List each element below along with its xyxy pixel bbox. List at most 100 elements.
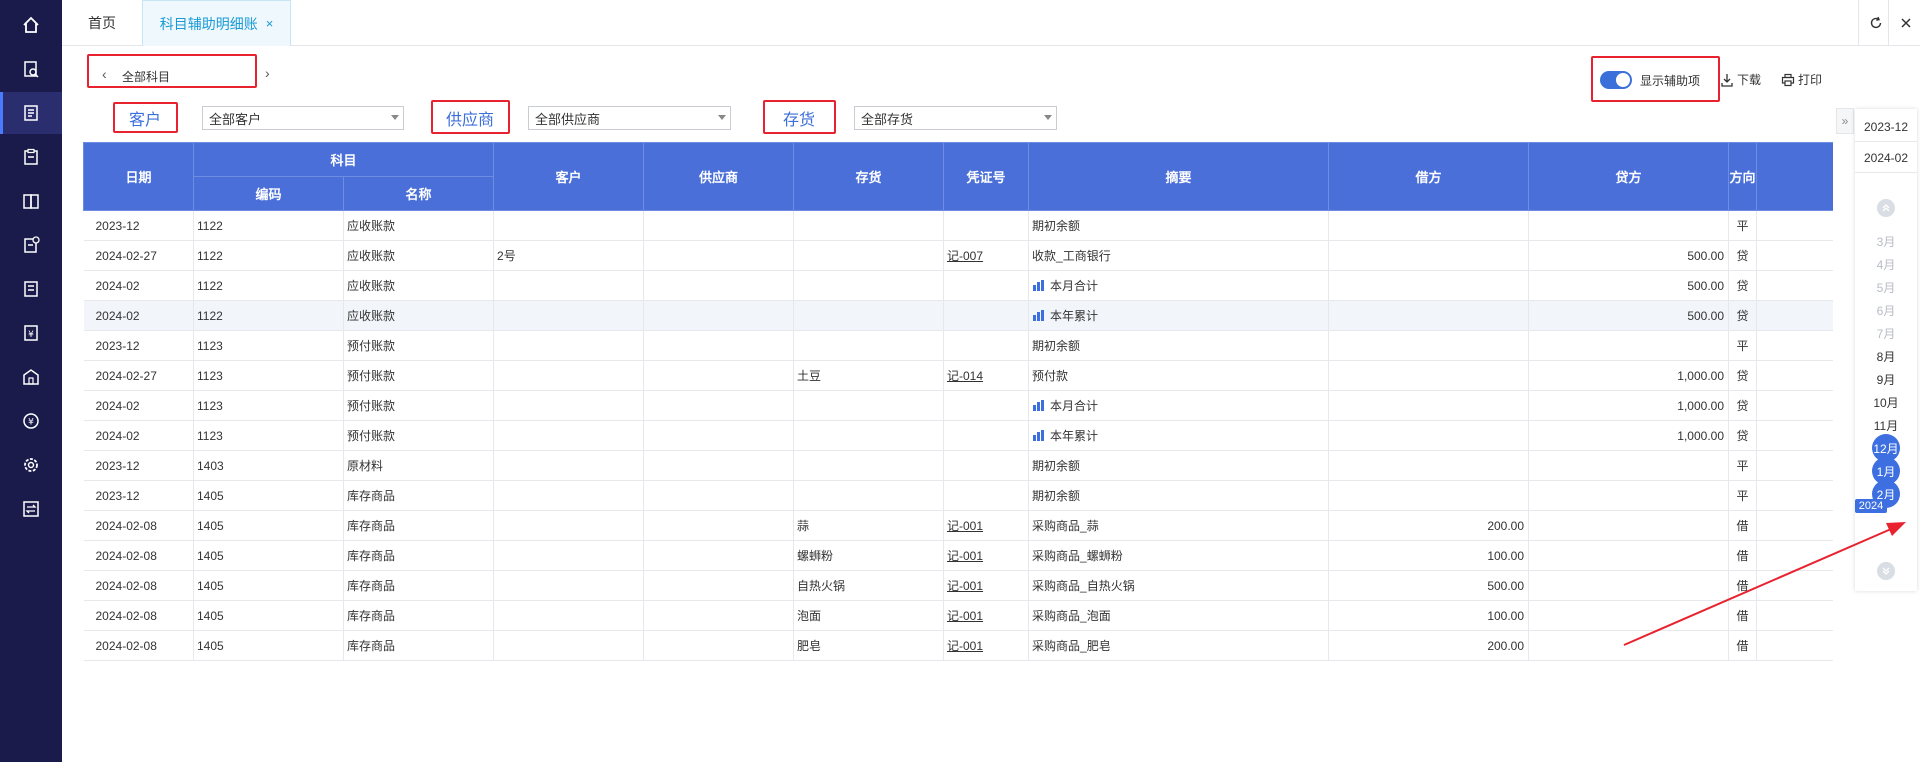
print-button[interactable]: 打印 — [1781, 71, 1822, 88]
cell-direction: 借 — [1728, 570, 1758, 601]
book-icon[interactable] — [0, 180, 62, 222]
voucher-link[interactable]: 记-001 — [947, 519, 983, 533]
voucher-link[interactable]: 记-001 — [947, 579, 983, 593]
transfer-icon[interactable] — [0, 488, 62, 530]
supplier-select[interactable]: 全部供应商 — [528, 106, 731, 130]
settings-document-icon[interactable] — [0, 224, 62, 266]
header-code[interactable]: 编码 — [193, 176, 344, 211]
table-row[interactable]: 2024-02-08 1405 库存商品 泡面 记-001 采购商品_泡面 100.00 借 — [83, 600, 1833, 631]
header-inventory[interactable]: 存货 — [793, 142, 945, 211]
header-summary[interactable]: 摘要 — [1028, 142, 1330, 211]
cell-summary: 期初余额 — [1028, 330, 1330, 361]
cell-voucher — [943, 390, 1030, 421]
voucher-link[interactable]: 记-001 — [947, 639, 983, 653]
close-window-icon[interactable] — [1888, 0, 1920, 46]
voucher-link[interactable]: 记-014 — [947, 369, 983, 383]
cell-debit — [1328, 270, 1530, 301]
month-item[interactable]: 7月 — [1855, 325, 1917, 342]
scroll-up-icon[interactable] — [1877, 199, 1895, 217]
gear-icon[interactable] — [0, 444, 62, 486]
month-item[interactable]: 6月 — [1855, 302, 1917, 319]
cell-direction: 平 — [1728, 210, 1758, 241]
cell-credit: 500.00 — [1528, 300, 1730, 331]
cell-voucher[interactable]: 记-014 — [943, 360, 1030, 391]
header-subject: 科目 — [192, 142, 495, 177]
table-row[interactable]: 2023-12 1122 应收账款 期初余额 平 — [83, 210, 1833, 241]
table-row[interactable]: 2023-12 1405 库存商品 期初余额 平 — [83, 480, 1833, 511]
header-supplier[interactable]: 供应商 — [643, 142, 795, 211]
month-item[interactable]: 5月 — [1855, 279, 1917, 296]
voucher-link[interactable]: 记-001 — [947, 609, 983, 623]
refresh-icon[interactable] — [1858, 0, 1892, 46]
cell-voucher[interactable]: 记-001 — [943, 510, 1030, 541]
cell-supplier — [643, 450, 795, 481]
tab-subject-aux-ledger[interactable]: 科目辅助明细账 × — [142, 0, 291, 46]
inventory-select[interactable]: 全部存货 — [854, 106, 1057, 130]
cell-name: 应收账款 — [343, 300, 495, 331]
month-item[interactable]: 3月 — [1855, 233, 1917, 250]
cell-date: 2024-02 — [83, 390, 194, 421]
voucher-link[interactable]: 记-007 — [947, 249, 983, 263]
header-credit[interactable]: 贷方 — [1528, 142, 1730, 211]
cell-debit — [1328, 450, 1530, 481]
cell-voucher[interactable]: 记-001 — [943, 570, 1030, 601]
currency-circle-icon[interactable]: ¥ — [0, 400, 62, 442]
building-icon[interactable] — [0, 356, 62, 398]
cell-voucher[interactable]: 记-001 — [943, 540, 1030, 571]
month-item[interactable]: 10月 — [1855, 394, 1917, 411]
scroll-down-icon[interactable] — [1877, 562, 1895, 580]
month-item[interactable]: 9月 — [1855, 371, 1917, 388]
table-row[interactable]: 2024-02-08 1405 库存商品 肥皂 记-001 采购商品_肥皂 200.00 借 — [83, 630, 1833, 661]
download-button[interactable]: 下载 — [1720, 71, 1761, 88]
search-document-icon[interactable] — [0, 48, 62, 90]
cell-supplier — [643, 210, 795, 241]
cell-voucher[interactable]: 记-007 — [943, 240, 1030, 271]
table-row[interactable]: 2024-02-08 1405 库存商品 蒜记-001 采购商品_蒜 200.00 借 — [83, 510, 1833, 541]
header-direction[interactable]: 方向 — [1728, 142, 1758, 211]
report-icon[interactable] — [0, 268, 62, 310]
ledger-icon[interactable] — [0, 92, 62, 134]
voucher-link[interactable]: 记-001 — [947, 549, 983, 563]
close-icon[interactable]: × — [266, 16, 274, 31]
subject-selector[interactable]: 全部科目 — [122, 68, 170, 85]
cell-inventory — [793, 270, 945, 301]
period-start[interactable]: 2023-12 — [1855, 112, 1917, 142]
cell-customer — [493, 510, 645, 541]
header-date[interactable]: 日期 — [83, 142, 194, 211]
table-row[interactable]: 2024-02-27 1122 应收账款 2号 记-007 收款_工商银行 500.00 贷 — [83, 240, 1833, 271]
table-row[interactable]: 2024-02-08 1405 库存商品 自热火锅 记-001 采购商品_自热火锅 500.… — [83, 570, 1833, 601]
ledger-table-body: 2023-12 1122 应收账款 期初余额平 2024-02-27 1122 应收账款 2号… — [83, 210, 1833, 661]
table-row[interactable]: 2024-02 1123 预付账款 本年累计 1,000.00 贷 — [83, 420, 1833, 451]
cell-summary: 采购商品_蒜 — [1028, 510, 1330, 541]
header-name[interactable]: 名称 — [342, 176, 495, 211]
cell-voucher[interactable]: 记-001 — [943, 630, 1030, 661]
month-item[interactable]: 8月 — [1855, 348, 1917, 365]
collapse-panel-button[interactable]: » — [1836, 108, 1854, 134]
month-item[interactable]: 4月 — [1855, 256, 1917, 273]
table-row[interactable]: 2024-02-08 1405 库存商品 螺蛳粉 记-001 采购商品_螺蛳粉 100.00… — [83, 540, 1833, 571]
period-end[interactable]: 2024-02 — [1855, 143, 1917, 173]
month-item[interactable]: 11月 — [1855, 417, 1917, 434]
table-row[interactable]: 2024-02-27 1123 预付账款 土豆 记-014 预付款 1,000.00 贷 — [83, 360, 1833, 391]
table-row[interactable]: 2023-12 1403 原材料 期初余额 平 — [83, 450, 1833, 481]
header-customer[interactable]: 客户 — [493, 142, 645, 211]
header-debit[interactable]: 借方 — [1328, 142, 1530, 211]
show-aux-toggle[interactable] — [1600, 71, 1632, 89]
table-row[interactable]: 2024-02 1122 应收账款 本月合计 500.00 贷 — [83, 270, 1833, 301]
cell-credit: 1,000.00 — [1528, 390, 1730, 421]
prev-subject-button[interactable]: ‹ — [102, 66, 107, 82]
tab-home[interactable]: 首页 — [88, 0, 116, 46]
customer-select[interactable]: 全部客户 — [202, 106, 404, 130]
table-row[interactable]: 2023-12 1123 预付账款 期初余额 平 — [83, 330, 1833, 361]
clipboard-icon[interactable] — [0, 136, 62, 178]
next-subject-button[interactable]: › — [265, 65, 270, 81]
table-row[interactable]: 2024-02 1123 预付账款 本月合计 1,000.00 贷 — [83, 390, 1833, 421]
cell-voucher[interactable]: 记-001 — [943, 600, 1030, 631]
home-icon[interactable] — [0, 4, 62, 46]
cell-summary: 本月合计 — [1028, 390, 1330, 421]
header-voucher[interactable]: 凭证号 — [943, 142, 1030, 211]
yen-icon[interactable]: ¥ — [0, 312, 62, 354]
cell-summary: 本月合计 — [1028, 270, 1330, 301]
printer-icon — [1781, 73, 1795, 86]
table-row[interactable]: 2024-02 1122 应收账款 本年累计 500.00 贷 — [83, 300, 1833, 331]
